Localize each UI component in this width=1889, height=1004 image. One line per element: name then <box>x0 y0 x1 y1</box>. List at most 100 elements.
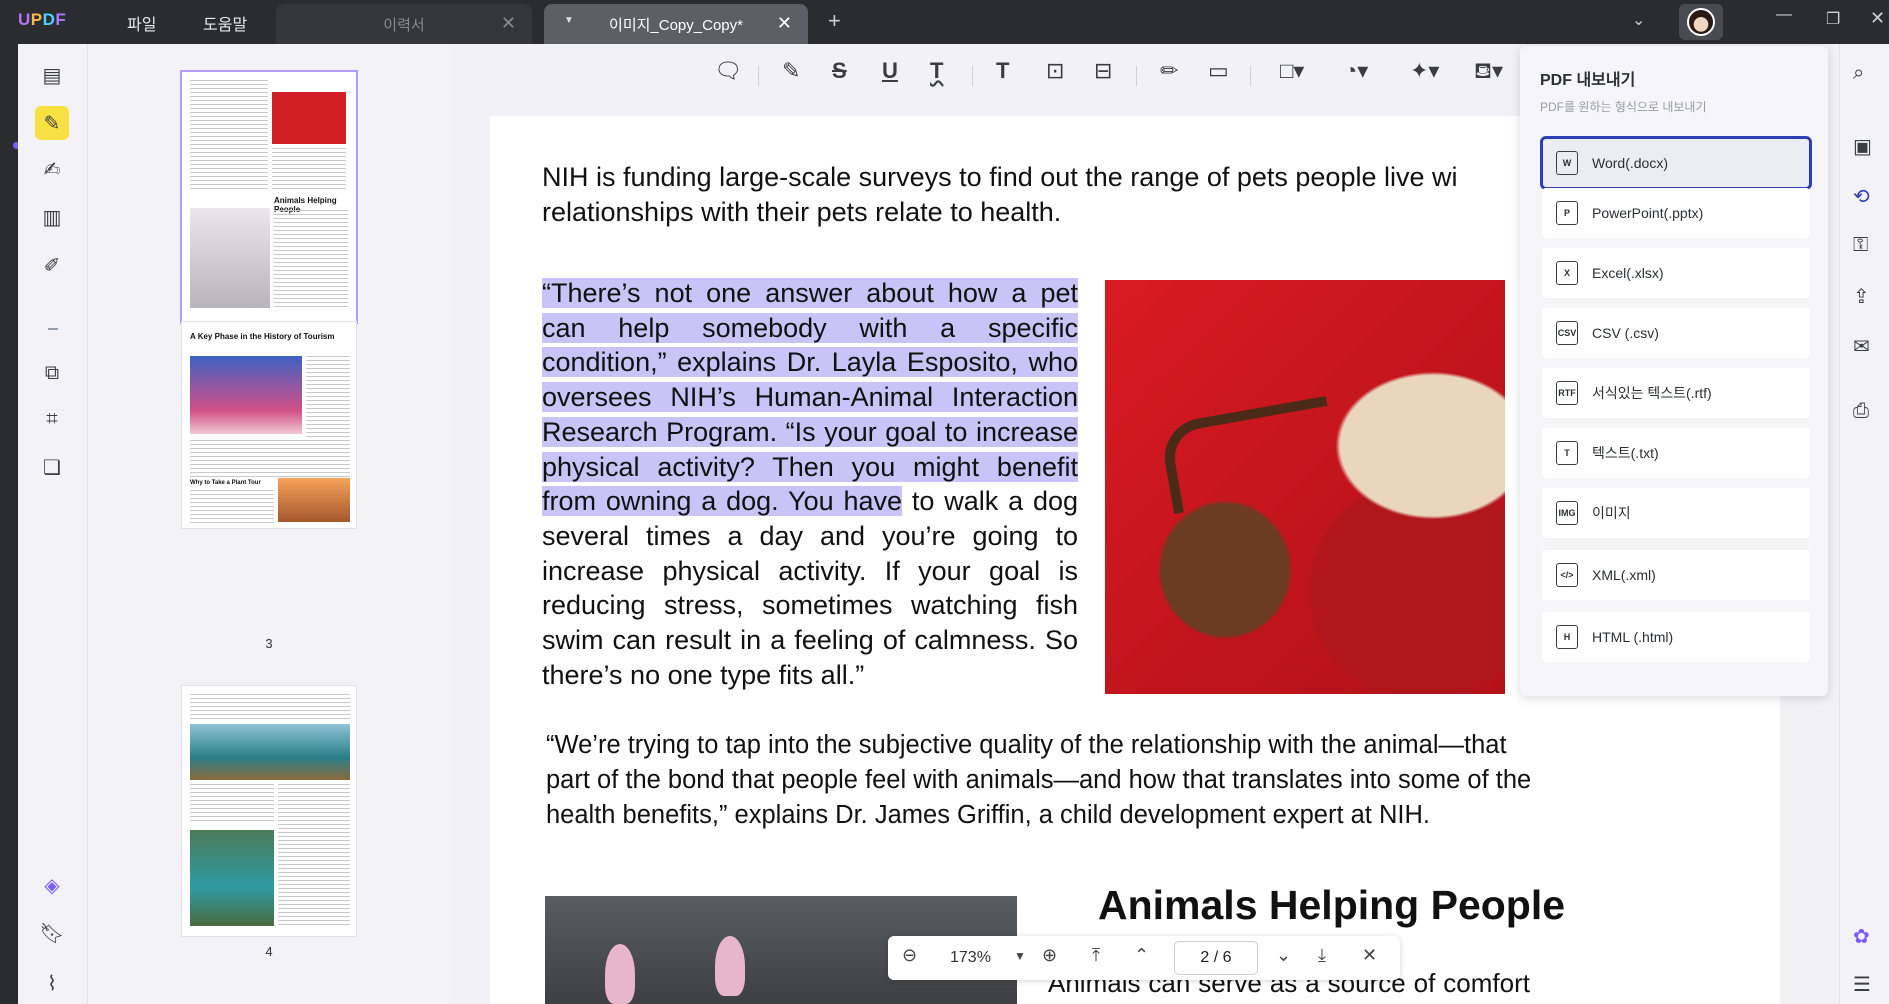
edit-pdf-icon[interactable]: ✍ <box>35 152 69 186</box>
text-callout-icon[interactable]: ⊟ <box>1094 58 1112 84</box>
pencil-icon[interactable]: ✏ <box>1160 58 1178 84</box>
strikethrough-icon[interactable]: S <box>832 58 847 84</box>
chevron-down-icon[interactable]: ⌄ <box>1632 10 1645 30</box>
thumbnail-text <box>190 440 350 480</box>
sticker-icon[interactable]: ◔▾ <box>1344 58 1368 84</box>
updf-logo: UPDF <box>18 10 67 29</box>
previous-page-icon[interactable]: ⌃ <box>1134 945 1149 966</box>
page-separator: / <box>1213 949 1219 966</box>
thumbnail-page-4[interactable] <box>182 686 356 936</box>
close-zoom-bar-icon[interactable]: ✕ <box>1362 945 1377 966</box>
export-image-option[interactable]: IMG 이미지 <box>1542 488 1810 538</box>
last-page-icon[interactable]: ⤓ <box>1318 945 1326 966</box>
bookmark-icon[interactable]: 🔖︎ <box>35 916 69 950</box>
option-label: Word(.docx) <box>1592 155 1668 171</box>
crop-icon[interactable]: ⌗ <box>35 402 69 436</box>
protect-icon[interactable]: ⚿ <box>1853 234 1868 257</box>
close-tab-icon[interactable]: ✕ <box>777 13 792 34</box>
save-icon[interactable]: ⎙ <box>1853 400 1869 423</box>
option-label: XML(.xml) <box>1592 567 1656 583</box>
paragraph-griffin: “We’re trying to tap into the subjective… <box>546 731 1532 829</box>
eraser-icon[interactable]: ▭ <box>1208 58 1229 84</box>
tab-image-copy[interactable]: ▼ 이미지_Copy_Copy* ✕ <box>544 4 808 44</box>
pin-icon[interactable]: ✦▾ <box>1410 58 1439 84</box>
export-txt-option[interactable]: T 텍스트(.txt) <box>1542 428 1810 478</box>
new-tab-button[interactable]: + <box>828 8 841 34</box>
option-label: PowerPoint(.pptx) <box>1592 205 1704 221</box>
first-page-icon[interactable]: ⤒ <box>1092 945 1100 966</box>
total-pages: 6 <box>1222 949 1232 966</box>
text-box-icon[interactable]: ⊡ <box>1046 58 1064 84</box>
image-icon: IMG <box>1556 501 1578 525</box>
export-csv-option[interactable]: CSV CSV (.csv) <box>1542 308 1810 358</box>
export-html-option[interactable]: H HTML (.html) <box>1542 612 1810 662</box>
ocr-icon[interactable]: ▣ <box>1853 134 1872 159</box>
zoom-dropdown-icon[interactable]: ▼ <box>1014 949 1026 963</box>
menu-file[interactable]: 파일 <box>127 11 156 35</box>
pdf-export-panel: PDF 내보내기 PDF를 원하는 형식으로 내보내기 W Word(.docx)… <box>1520 46 1828 696</box>
current-page: 2 <box>1200 949 1210 966</box>
export-word-option[interactable]: W Word(.docx) <box>1540 136 1812 190</box>
organize-pages-icon[interactable]: ⧉ <box>35 356 69 390</box>
export-powerpoint-option[interactable]: P PowerPoint(.pptx) <box>1542 188 1810 238</box>
thumbnail-page-2[interactable]: Animals Helping People <box>182 72 356 322</box>
option-label: 이미지 <box>1592 505 1631 521</box>
thumbnail-text <box>278 784 350 926</box>
note-icon[interactable]: 🗨︎ <box>714 58 742 84</box>
search-icon[interactable]: ⌕ <box>1853 62 1864 85</box>
attachment-icon[interactable]: ⌇ <box>35 966 69 1000</box>
right-toolbar: ⌕ ▣ ⟲ ⚿ ⇪ ✉ ⎙ ✿ ☰ <box>1839 44 1889 1004</box>
comment-highlighter-icon[interactable]: ✎ <box>35 106 69 140</box>
page-input[interactable]: 2 / 6 <box>1174 941 1258 975</box>
layers-icon[interactable]: ◈ <box>35 868 69 902</box>
form-icon[interactable]: ✐ <box>35 248 69 282</box>
menu-help[interactable]: 도움말 <box>203 11 247 35</box>
email-icon[interactable]: ✉ <box>1853 334 1870 359</box>
combine-icon[interactable]: ❏ <box>35 450 69 484</box>
share-icon[interactable]: ⇪ <box>1853 284 1870 309</box>
ai-assistant-icon[interactable]: ✿ <box>1853 924 1870 949</box>
tab-label: 이력서 <box>383 16 425 34</box>
reader-icon[interactable]: ▤ <box>35 58 69 92</box>
text-icon[interactable]: T <box>996 58 1009 84</box>
word-icon: W <box>1556 151 1578 175</box>
export-xml-option[interactable]: </> XML(.xml) <box>1542 550 1810 600</box>
page-number: 3 <box>265 636 273 651</box>
thumbnail-page-3[interactable]: A Key Phase in the History of Tourism Wh… <box>182 322 356 528</box>
quote-paragraph: “There’s not one answer about how a pet … <box>542 276 1078 692</box>
html-icon: H <box>1556 625 1578 649</box>
highlight-icon[interactable]: ✎ <box>782 58 800 84</box>
zoom-level[interactable]: 173% <box>950 949 991 967</box>
quote-text: to walk a dog several times a day and yo… <box>542 486 1078 690</box>
zoom-in-icon[interactable]: ⊕ <box>1042 945 1057 966</box>
export-excel-option[interactable]: X Excel(.xlsx) <box>1542 248 1810 298</box>
stamp-icon[interactable]: ⛾▾ <box>1474 58 1503 87</box>
shape-icon[interactable]: □▾ <box>1280 58 1304 84</box>
xml-icon: </> <box>1556 563 1578 587</box>
thumbnail-text <box>272 148 346 190</box>
convert-icon[interactable]: ⟲ <box>1853 184 1870 209</box>
thumbnail-text <box>190 784 274 824</box>
thumbnail-dog-image <box>272 92 346 144</box>
next-page-icon[interactable]: ⌄ <box>1276 945 1291 966</box>
close-tab-icon[interactable]: ✕ <box>501 13 516 34</box>
page-view-icon[interactable]: ▥ <box>35 200 69 234</box>
export-rtf-option[interactable]: RTF 서식있는 텍스트(.rtf) <box>1542 368 1810 418</box>
squiggly-icon[interactable]: T <box>930 58 943 84</box>
thumbnail-cat-image <box>190 208 270 308</box>
tab-resume[interactable]: 이력서 ✕ <box>276 4 532 44</box>
underline-icon[interactable]: U <box>882 58 898 84</box>
user-avatar[interactable] <box>1679 4 1723 40</box>
restore-icon[interactable]: ❐ <box>1826 9 1840 29</box>
thumbnail-eiffel-image <box>278 478 350 522</box>
highlighted-text[interactable]: “There’s not one answer about how a pet … <box>542 278 1078 517</box>
left-toolbar: ▤ ✎ ✍ ▥ ✐ ⧉ ⌗ ❏ ◈ 🔖︎ ⌇ <box>18 44 88 1004</box>
minimize-icon[interactable]: — <box>1776 6 1792 24</box>
zoom-out-icon[interactable]: ⊖ <box>902 945 917 966</box>
dogs-photo[interactable] <box>1105 280 1505 694</box>
option-label: HTML (.html) <box>1592 629 1674 645</box>
comments-icon[interactable]: ☰ <box>1853 972 1871 997</box>
title-bar: UPDF 파일 도움말 이력서 ✕ ▼ 이미지_Copy_Copy* ✕ + ⌄… <box>0 0 1889 44</box>
close-window-icon[interactable]: ✕ <box>1870 8 1885 29</box>
option-label: CSV (.csv) <box>1592 325 1659 341</box>
